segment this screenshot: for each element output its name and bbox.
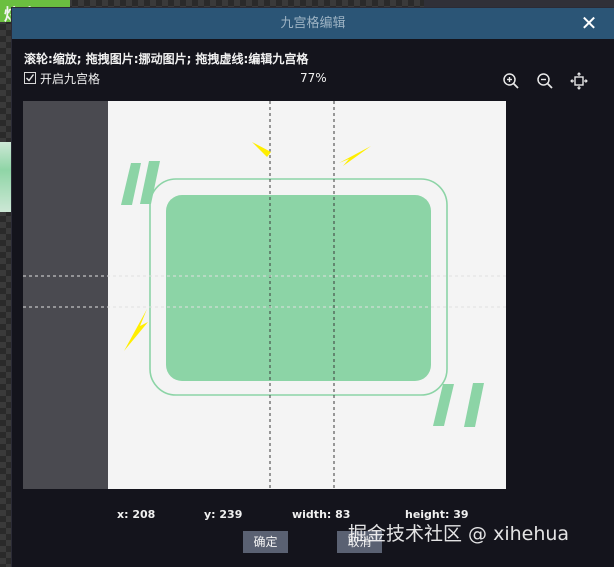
zoom-level: 77% <box>300 71 327 85</box>
zoom-in-button[interactable] <box>502 72 520 90</box>
close-button[interactable]: ✕ <box>578 12 600 34</box>
confirm-button[interactable]: 确定 <box>243 531 288 553</box>
nine-grid-checkbox[interactable] <box>24 72 36 84</box>
green-panel <box>166 195 431 381</box>
canvas-drawing <box>23 101 506 489</box>
dialog-title: 九宫格编辑 <box>280 16 346 31</box>
usage-hint: 滚轮:缩放; 拖拽图片:挪动图片; 拖拽虚线:编辑九宫格 <box>24 52 309 66</box>
info-x: x: 208 <box>117 508 156 521</box>
screen: 炫窗 九宫格编辑 ✕ 滚轮:缩放; 拖拽图片:挪动图片; 拖拽虚线:编辑九宫格 … <box>0 0 614 567</box>
check-icon <box>26 74 35 82</box>
nine-grid-toggle[interactable]: 开启九宫格 <box>24 70 100 86</box>
info-width: width: 83 <box>292 508 351 521</box>
nine-grid-label: 开启九宫格 <box>40 71 101 86</box>
edit-canvas[interactable] <box>23 101 506 489</box>
nine-grid-dialog: 九宫格编辑 ✕ 滚轮:缩放; 拖拽图片:挪动图片; 拖拽虚线:编辑九宫格 开启九… <box>12 8 614 567</box>
info-y: y: 239 <box>204 508 243 521</box>
zoom-out-icon <box>537 73 553 89</box>
watermark: 掘金技术社区 @ xihehua <box>348 523 570 545</box>
zoom-in-icon <box>503 73 519 89</box>
zoom-out-button[interactable] <box>536 72 554 90</box>
fit-to-view-button[interactable] <box>570 72 588 90</box>
fit-to-view-icon <box>570 72 588 90</box>
close-icon: ✕ <box>580 11 598 35</box>
dialog-titlebar[interactable]: 九宫格编辑 ✕ <box>12 8 614 39</box>
